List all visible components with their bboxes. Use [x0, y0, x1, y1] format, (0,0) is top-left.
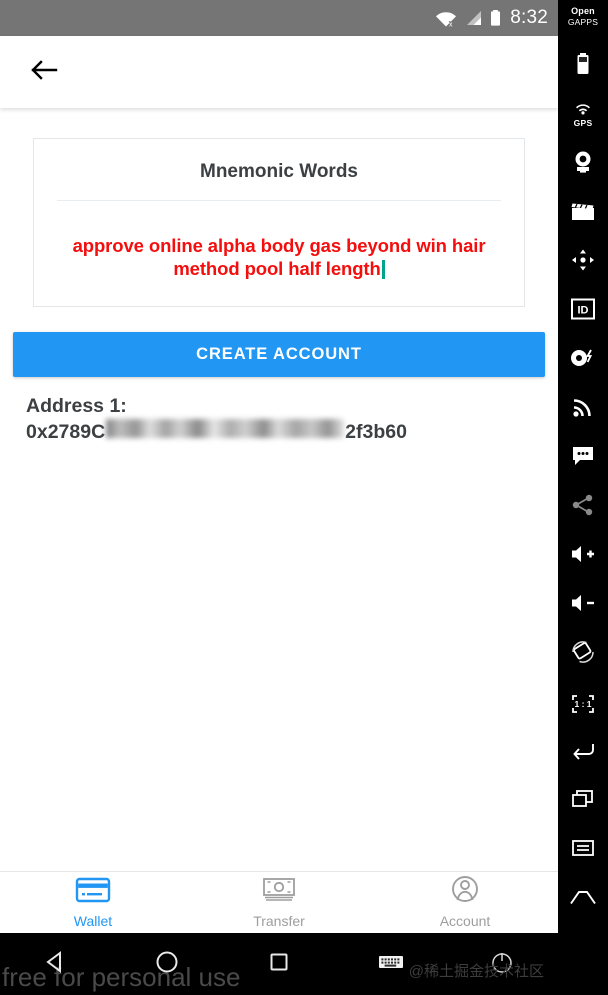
toolbar-battery-button[interactable]: [558, 42, 608, 91]
back-arrow-icon: [30, 58, 58, 87]
menu-icon: [570, 838, 596, 863]
keyboard-button[interactable]: [335, 952, 447, 977]
screen-root: x 8:32 Mnemonic Words approve online alp…: [0, 0, 608, 995]
android-recents-button[interactable]: [223, 950, 335, 979]
fullscreen-ratio-icon: 1 : 1: [569, 692, 597, 716]
mnemonic-card: Mnemonic Words approve online alpha body…: [33, 138, 525, 307]
record-icon: [569, 347, 597, 374]
id-icon: ID: [570, 297, 596, 326]
rotate-icon: [570, 639, 596, 670]
cellular-signal-icon: [464, 9, 483, 27]
toolbar-camera-button[interactable]: [558, 140, 608, 189]
clapperboard-icon: [570, 199, 596, 228]
toolbar-menu-button[interactable]: [558, 826, 608, 875]
card-title: Mnemonic Words: [200, 161, 358, 182]
open-gapps-logo-line2: GAPPS: [567, 17, 599, 27]
toolbar-id-button[interactable]: ID: [558, 287, 608, 336]
share-icon: [570, 493, 596, 522]
android-back-triangle-icon: [43, 949, 69, 980]
open-gapps-logo-line1: Open: [571, 6, 595, 16]
toolbar-volume-down-button[interactable]: [558, 581, 608, 630]
main-content: Mnemonic Words approve online alpha body…: [0, 108, 558, 871]
android-home-button[interactable]: [112, 949, 224, 980]
tab-transfer-label: Transfer: [253, 913, 305, 929]
card-divider: [57, 200, 501, 201]
gps-icon: GPS: [573, 103, 593, 128]
credit-card-icon: [73, 876, 113, 909]
android-system-nav: free for personal use: [0, 933, 558, 995]
toolbar-chat-button[interactable]: [558, 434, 608, 483]
toolbar-record-screen-button[interactable]: [558, 189, 608, 238]
address-prefix: 0x2789C: [26, 421, 106, 443]
android-home-circle-icon: [154, 949, 180, 980]
recents-icon: [570, 788, 596, 815]
address-redacted-blur: [106, 419, 345, 438]
svg-text:1 : 1: 1 : 1: [574, 699, 591, 709]
address-block: Address 1: 0x2789C 2f3b60: [26, 394, 558, 445]
android-recents-square-icon: [267, 950, 291, 979]
tab-wallet-label: Wallet: [73, 913, 113, 929]
gps-label: GPS: [573, 118, 593, 128]
mnemonic-words-field[interactable]: approve online alpha body gas beyond win…: [56, 234, 502, 280]
wifi-off-icon: x: [435, 9, 457, 27]
svg-text:ID: ID: [578, 305, 589, 317]
address-value-row: 0x2789C 2f3b60: [26, 419, 558, 445]
phone-viewport: x 8:32 Mnemonic Words approve online alp…: [0, 0, 558, 995]
banknote-icon: [259, 876, 299, 909]
toolbar-home-button[interactable]: [558, 875, 608, 924]
chat-icon: [570, 445, 596, 472]
tab-wallet[interactable]: Wallet: [0, 876, 186, 929]
keyboard-icon: [378, 952, 404, 977]
cast-icon: [571, 395, 595, 424]
person-circle-icon: [445, 876, 485, 909]
emulator-toolbar: Open GAPPS GPS ID 1: 1: [558, 0, 608, 995]
home-icon: [569, 888, 597, 911]
app-bar: [0, 36, 558, 108]
toolbar-share-button[interactable]: [558, 483, 608, 532]
camera-icon: [571, 149, 595, 180]
toolbar-gps-button[interactable]: GPS: [558, 91, 608, 140]
toolbar-rotate-button[interactable]: [558, 630, 608, 679]
create-account-button[interactable]: CREATE ACCOUNT: [13, 332, 545, 377]
back-button[interactable]: [24, 52, 64, 92]
bottom-navigation: Wallet Transfer Account: [0, 871, 558, 933]
android-back-button[interactable]: [0, 949, 112, 980]
battery-icon: [490, 9, 501, 27]
power-button[interactable]: [446, 949, 558, 980]
text-caret: [381, 260, 385, 279]
volume-down-icon: [569, 592, 597, 619]
tab-account[interactable]: Account: [372, 876, 558, 929]
address-label: Address 1:: [26, 395, 127, 417]
power-icon: [489, 949, 515, 980]
svg-text:x: x: [449, 22, 453, 28]
toolbar-back-button[interactable]: [558, 728, 608, 777]
status-bar-clock: 8:32: [510, 7, 548, 28]
mnemonic-words-text: approve online alpha body gas beyond win…: [72, 235, 486, 279]
status-bar: x 8:32: [0, 0, 558, 36]
toolbar-record-button[interactable]: [558, 336, 608, 385]
back-icon: [569, 739, 597, 766]
tab-transfer[interactable]: Transfer: [186, 876, 372, 929]
dpad-icon: [569, 247, 597, 278]
toolbar-recents-button[interactable]: [558, 777, 608, 826]
tab-account-label: Account: [439, 913, 491, 929]
battery-icon: [575, 51, 591, 82]
volume-up-icon: [569, 543, 597, 570]
toolbar-cast-button[interactable]: [558, 385, 608, 434]
toolbar-zoom-ratio-button[interactable]: 1 : 1: [558, 679, 608, 728]
open-gapps-logo: Open GAPPS: [568, 6, 598, 28]
toolbar-volume-up-button[interactable]: [558, 532, 608, 581]
toolbar-dpad-button[interactable]: [558, 238, 608, 287]
address-suffix: 2f3b60: [345, 421, 407, 443]
